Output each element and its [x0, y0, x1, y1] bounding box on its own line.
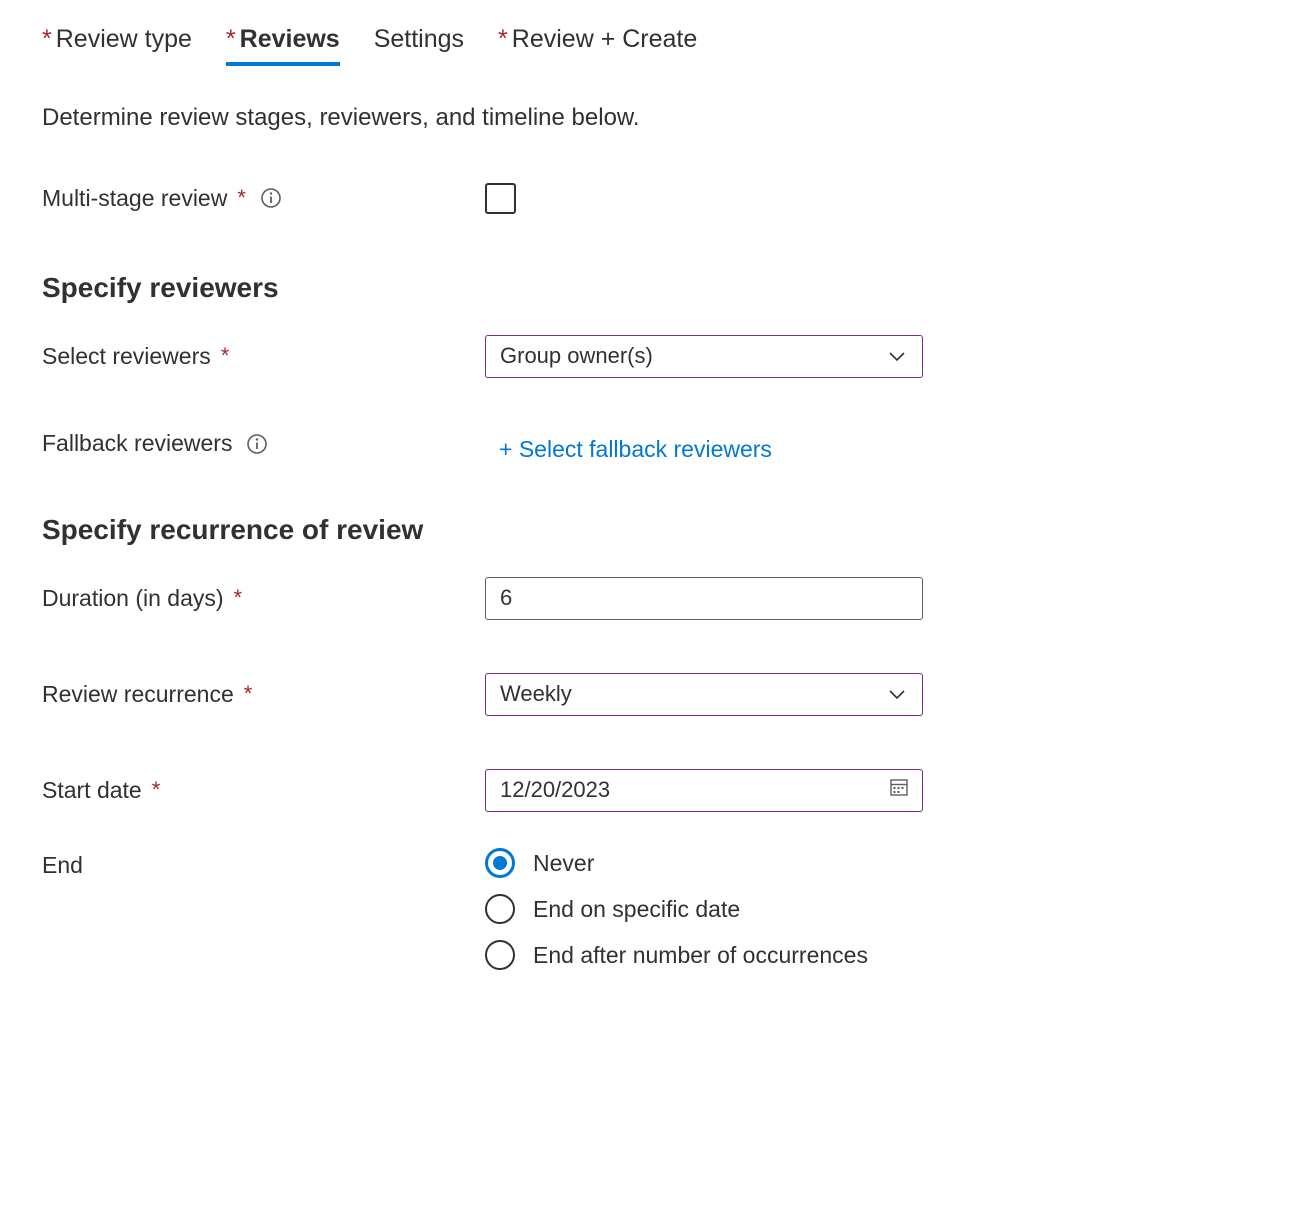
required-marker: * [226, 25, 236, 53]
tabs-bar: *Review type *Reviews Settings *Review +… [42, 22, 1254, 66]
radio-label: Never [533, 850, 594, 877]
label-multi-stage: Multi-stage review * [42, 185, 485, 212]
chevron-down-icon [886, 345, 908, 367]
label-text: Fallback reviewers [42, 430, 232, 457]
required-marker: * [152, 777, 161, 803]
label-text: Select reviewers [42, 343, 211, 370]
label-select-reviewers: Select reviewers * [42, 343, 485, 370]
ctrl-end: Never End on specific date End after num… [485, 848, 868, 970]
ctrl-select-reviewers: Group owner(s) [485, 335, 923, 378]
duration-input[interactable] [485, 577, 923, 620]
info-icon[interactable] [246, 433, 268, 455]
label-recurrence: Review recurrence * [42, 681, 485, 708]
radio-end-after-occurrences[interactable]: End after number of occurrences [485, 940, 868, 970]
calendar-icon [888, 776, 910, 804]
radio-label: End on specific date [533, 896, 740, 923]
multi-stage-checkbox[interactable] [485, 183, 516, 214]
row-select-reviewers: Select reviewers * Group owner(s) [42, 334, 1254, 378]
required-marker: * [42, 25, 52, 53]
label-duration: Duration (in days) * [42, 585, 485, 612]
intro-text: Determine review stages, reviewers, and … [42, 104, 1254, 132]
start-date-input[interactable]: 12/20/2023 [485, 769, 923, 812]
chevron-down-icon [886, 683, 908, 705]
required-marker: * [234, 585, 243, 611]
label-end: End [42, 848, 485, 879]
row-multi-stage: Multi-stage review * [42, 176, 1254, 220]
row-duration: Duration (in days) * [42, 576, 1254, 620]
tab-label: Review type [56, 25, 192, 53]
tab-review-create[interactable]: *Review + Create [498, 22, 697, 66]
select-reviewers-dropdown[interactable]: Group owner(s) [485, 335, 923, 378]
label-text: End [42, 852, 83, 879]
radio-end-never[interactable]: Never [485, 848, 868, 878]
label-fallback-reviewers: Fallback reviewers [42, 430, 485, 457]
required-marker: * [498, 25, 508, 53]
row-fallback-reviewers: Fallback reviewers + Select fallback rev… [42, 430, 1254, 474]
recurrence-dropdown[interactable]: Weekly [485, 673, 923, 716]
row-recurrence: Review recurrence * Weekly [42, 672, 1254, 716]
heading-specify-reviewers: Specify reviewers [42, 272, 1254, 304]
radio-indicator [485, 940, 515, 970]
ctrl-duration [485, 577, 923, 620]
select-fallback-reviewers-link[interactable]: + Select fallback reviewers [485, 430, 772, 463]
tab-label: Review + Create [512, 25, 698, 53]
radio-end-specific-date[interactable]: End on specific date [485, 894, 868, 924]
heading-specify-recurrence: Specify recurrence of review [42, 514, 1254, 546]
tab-label: Settings [374, 25, 464, 53]
radio-indicator [485, 894, 515, 924]
row-start-date: Start date * 12/20/2023 [42, 768, 1254, 812]
required-marker: * [221, 343, 230, 369]
ctrl-recurrence: Weekly [485, 673, 923, 716]
required-marker: * [237, 185, 246, 211]
ctrl-fallback-reviewers: + Select fallback reviewers [485, 430, 772, 463]
tab-review-type[interactable]: *Review type [42, 22, 192, 66]
tab-reviews[interactable]: *Reviews [226, 22, 340, 66]
page-root: *Review type *Reviews Settings *Review +… [0, 0, 1296, 1070]
date-value: 12/20/2023 [500, 777, 610, 803]
dropdown-value: Group owner(s) [500, 343, 653, 369]
row-end: End Never End on specific date End after… [42, 848, 1254, 970]
label-text: Start date [42, 777, 142, 804]
ctrl-start-date: 12/20/2023 [485, 769, 923, 812]
info-icon[interactable] [260, 187, 282, 209]
label-text: Review recurrence [42, 681, 234, 708]
ctrl-multi-stage [485, 183, 516, 214]
required-marker: * [244, 681, 253, 707]
label-text: Multi-stage review [42, 185, 227, 212]
radio-label: End after number of occurrences [533, 942, 868, 969]
tab-label: Reviews [240, 25, 340, 53]
end-radio-group: Never End on specific date End after num… [485, 848, 868, 970]
tab-settings[interactable]: Settings [374, 22, 464, 66]
dropdown-value: Weekly [500, 681, 572, 707]
label-text: Duration (in days) [42, 585, 224, 612]
radio-indicator [485, 848, 515, 878]
label-start-date: Start date * [42, 777, 485, 804]
